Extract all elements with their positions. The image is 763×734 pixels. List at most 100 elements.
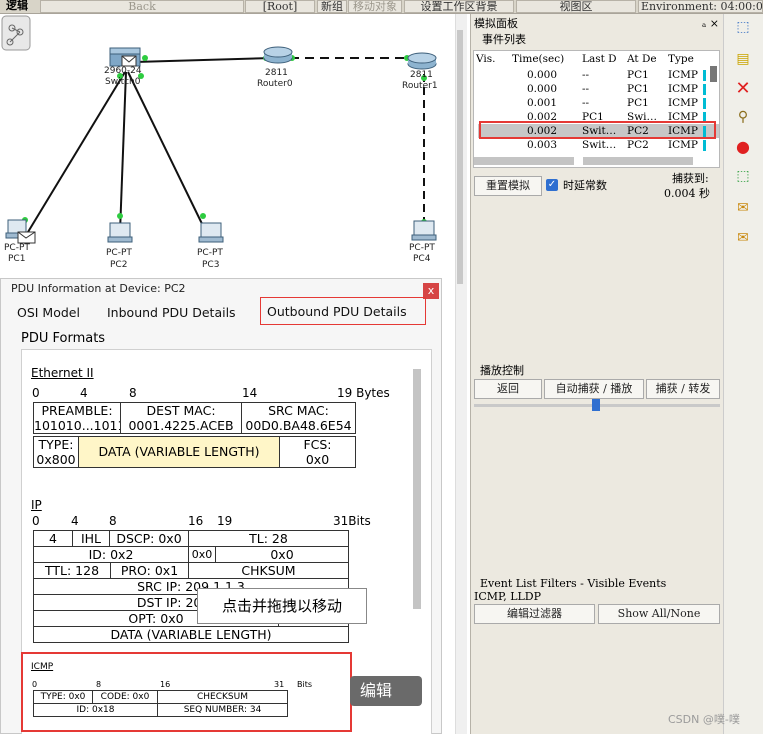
ip-id-field: ID: 0x2: [33, 546, 189, 563]
ip-dscp-field: DSCP: 0x0: [109, 530, 189, 547]
play-speed-slider[interactable]: [592, 399, 600, 411]
src-mac-field: SRC MAC: 00D0.BA48.6E54: [241, 402, 356, 434]
delete-icon[interactable]: ✕: [734, 80, 752, 98]
switch-model-label: 2960-24: [104, 66, 142, 76]
pc4-name-label: PC4: [413, 254, 431, 264]
event-color-swatch: [703, 70, 706, 81]
pc2-name-label: PC2: [110, 260, 128, 270]
ip-tl-field: TL: 28: [188, 530, 349, 547]
type-field: TYPE: 0x800: [33, 436, 79, 468]
pc-icon[interactable]: [107, 222, 133, 243]
top-toolbar: 逻辑 Back [Root] 新组 移动对象 设置工作区背景 视图区 Envir…: [0, 0, 763, 14]
resize-shape-icon[interactable]: ⬚: [734, 167, 752, 185]
section-title: PDU Formats: [21, 331, 106, 346]
viewport-button[interactable]: 视图区: [516, 0, 636, 13]
reset-simulation-button[interactable]: 重置模拟: [474, 176, 542, 196]
router-icon[interactable]: [263, 46, 293, 64]
event-list-vscroll-thumb[interactable]: [710, 66, 717, 82]
pc-icon[interactable]: [198, 222, 224, 243]
move-object-button[interactable]: 移动对象: [348, 0, 402, 13]
ip-data-field: DATA (VARIABLE LENGTH): [33, 626, 349, 643]
column-header[interactable]: Vis.: [476, 52, 495, 66]
edit-filters-button[interactable]: 编辑过滤器: [474, 604, 595, 624]
inspect-icon[interactable]: ⚲: [734, 108, 752, 126]
pc-icon[interactable]: [5, 219, 36, 244]
column-header[interactable]: At De: [627, 52, 665, 66]
ip-frag-field: 0x0: [215, 546, 349, 563]
ethernet-title: Ethernet II: [31, 366, 94, 380]
ruler-tick: 8: [129, 386, 137, 400]
pc1-model-label: PC-PT: [4, 243, 30, 253]
switch-name-label: Switch0: [105, 77, 141, 87]
ruler-tick: 16: [188, 514, 204, 528]
capture-forward-button[interactable]: 捕获 / 转发: [646, 379, 720, 399]
ethernet-data-field: DATA (VARIABLE LENGTH): [78, 436, 280, 468]
root-button[interactable]: [Root]: [245, 0, 315, 13]
icmp-highlight-box: [21, 652, 352, 732]
ip-checksum-field: CHKSUM: [188, 562, 349, 579]
ip-protocol-field: PRO: 0x1: [110, 562, 189, 579]
column-header[interactable]: Type: [668, 52, 694, 66]
event-type: ICMP: [668, 97, 698, 109]
pc3-model-label: PC-PT: [197, 248, 223, 258]
field-value: 0x800: [36, 452, 76, 467]
router1-model-label: 2811: [410, 70, 433, 80]
note-icon[interactable]: ▤: [734, 50, 752, 68]
topology-links: [1, 15, 437, 244]
tab-osi-model[interactable]: OSI Model: [11, 303, 86, 325]
event-color-swatch: [703, 98, 706, 109]
ruler-tick: 4: [71, 514, 79, 528]
back-step-button[interactable]: 返回: [474, 379, 542, 399]
selected-event-outline: [479, 121, 716, 139]
panel-title: 模拟面板: [474, 17, 518, 30]
add-simple-pdu-icon[interactable]: ✉: [734, 199, 752, 217]
event-list-title: 事件列表: [482, 33, 526, 46]
auto-capture-button[interactable]: 自动捕获 / 播放: [544, 379, 644, 399]
show-all-none-button[interactable]: Show All/None: [598, 604, 720, 624]
column-header[interactable]: Last D: [582, 52, 624, 66]
canvas-scrollbar-thumb[interactable]: [457, 30, 463, 284]
switch-icon[interactable]: [109, 47, 141, 67]
event-at-device: PC2: [627, 139, 649, 151]
router-icon[interactable]: [407, 52, 437, 70]
field-label: TYPE:: [38, 437, 74, 452]
pc-icon[interactable]: [411, 220, 437, 241]
draw-ellipse-icon[interactable]: ●: [734, 138, 752, 156]
event-list-hscroll-thumb[interactable]: [474, 157, 574, 165]
panel-controls[interactable]: ₐ ×: [702, 17, 719, 30]
field-value: 0001.4225.ACEB: [128, 418, 234, 433]
dialog-title: PDU Information at Device: PC2: [11, 282, 186, 295]
new-cluster-button[interactable]: 新组: [317, 0, 347, 13]
tab-outbound-pdu[interactable]: Outbound PDU Details: [260, 297, 426, 325]
topology-canvas[interactable]: 2960-24 Switch0 2811 Router0 2811 Router…: [0, 14, 455, 286]
cluster-icon[interactable]: [1, 15, 31, 51]
event-at-device: PC1: [627, 69, 649, 81]
logic-tab[interactable]: 逻辑: [0, 0, 34, 13]
ruler-tick: 8: [109, 514, 117, 528]
watermark: CSDN @噗-噗: [668, 713, 740, 726]
event-time: 0.000: [526, 69, 558, 81]
environment-readout[interactable]: Environment: 04:00:0: [638, 0, 763, 13]
event-at-device: PC1: [627, 97, 649, 109]
pc3-name-label: PC3: [202, 260, 220, 270]
ruler-tick: 14: [242, 386, 258, 400]
constant-delay-checkbox[interactable]: ✓: [546, 179, 558, 191]
ip-flags-field: 0x0: [188, 546, 216, 563]
fcs-field: FCS: 0x0: [279, 436, 356, 468]
select-icon[interactable]: ⬚: [734, 18, 752, 36]
edit-button[interactable]: 编辑: [350, 676, 422, 706]
back-button[interactable]: Back: [40, 0, 244, 13]
event-last-device: --: [582, 69, 590, 81]
ip-title: IP: [31, 498, 42, 512]
set-background-button[interactable]: 设置工作区背景: [404, 0, 514, 13]
drag-tooltip: 点击并拖拽以移动: [197, 588, 367, 624]
event-type: ICMP: [668, 139, 698, 151]
pdu-pane-scrollbar-thumb[interactable]: [413, 369, 421, 609]
column-header[interactable]: Time(sec): [512, 52, 564, 66]
ruler-tick: 31Bits: [333, 514, 371, 528]
tab-inbound-pdu[interactable]: Inbound PDU Details: [101, 303, 242, 325]
event-list-hscroll-thumb[interactable]: [583, 157, 693, 165]
pc2-model-label: PC-PT: [106, 248, 132, 258]
add-complex-pdu-icon[interactable]: ✉: [734, 229, 752, 247]
field-label: FCS:: [303, 437, 332, 452]
